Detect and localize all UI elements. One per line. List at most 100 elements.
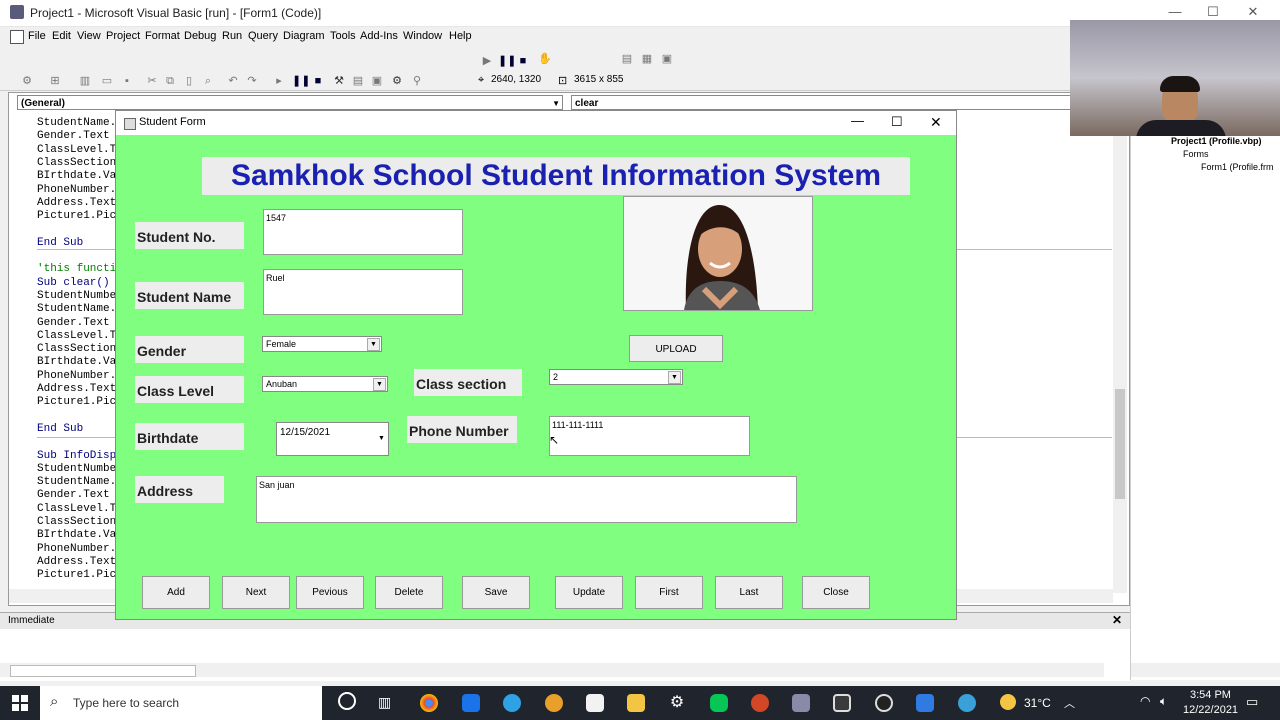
- birthdate-picker[interactable]: 12/15/2021 ▼: [276, 422, 389, 456]
- store-icon[interactable]: [586, 694, 604, 712]
- project-root[interactable]: Project1 (Profile.vbp): [1171, 136, 1262, 146]
- menu-add-ins[interactable]: Add-Ins: [360, 30, 398, 42]
- file-explorer-icon[interactable]: [627, 694, 645, 712]
- menu-run[interactable]: Run: [222, 30, 242, 42]
- hand-icon[interactable]: ✋: [538, 52, 552, 66]
- menu-view[interactable]: View: [77, 30, 101, 42]
- cortana-icon[interactable]: [338, 692, 356, 710]
- student-form-window: Student Form — ☐ ✕ Samkhok School Studen…: [115, 110, 957, 620]
- menu-window[interactable]: Window: [403, 30, 442, 42]
- notification-icon[interactable]: ▭: [1246, 694, 1258, 710]
- form-layout-icon[interactable]: ▣: [660, 52, 674, 66]
- run-icon[interactable]: ▶: [480, 54, 494, 68]
- forms-folder[interactable]: Forms: [1183, 149, 1209, 159]
- menu-tools[interactable]: Tools: [330, 30, 356, 42]
- form-maximize-icon[interactable]: ☐: [891, 114, 903, 130]
- add-project-icon[interactable]: ⚙: [20, 74, 34, 88]
- birthdate-value: 12/15/2021: [280, 427, 331, 438]
- media-player-icon[interactable]: [916, 694, 934, 712]
- redo-icon[interactable]: ↷: [245, 74, 259, 88]
- edge-icon[interactable]: [503, 694, 521, 712]
- pause-icon[interactable]: ❚❚: [498, 54, 516, 68]
- immediate-hscrollbar[interactable]: [0, 663, 1104, 677]
- weather-icon[interactable]: [1000, 694, 1016, 710]
- vb-icon[interactable]: [792, 694, 810, 712]
- menu-editor-icon[interactable]: ▥: [78, 74, 92, 88]
- gender-dropdown[interactable]: Female ▼: [262, 336, 382, 352]
- cut-icon[interactable]: ✂: [145, 74, 159, 88]
- form-close-icon[interactable]: ✕: [930, 114, 942, 131]
- code-line: ClassSection: [37, 156, 117, 169]
- immediate-window[interactable]: Immediate ✕: [0, 612, 1130, 681]
- vertical-scrollbar[interactable]: [1113, 115, 1127, 593]
- form1-item[interactable]: Form1 (Profile.frm: [1201, 162, 1274, 172]
- add-button[interactable]: Add: [142, 576, 210, 609]
- project-explorer-icon[interactable]: ▤: [620, 52, 634, 66]
- student-name-field[interactable]: Ruel: [263, 269, 463, 315]
- obs-icon[interactable]: [875, 694, 893, 712]
- menu-edit[interactable]: Edit: [52, 30, 71, 42]
- class-section-dropdown[interactable]: 2 ▼: [549, 369, 683, 385]
- menu-format[interactable]: Format: [145, 30, 180, 42]
- save-button[interactable]: Save: [462, 576, 530, 609]
- menu-help[interactable]: Help: [449, 30, 472, 42]
- volume-icon[interactable]: 🔈︎: [1160, 694, 1167, 709]
- scroll-thumb[interactable]: [1115, 389, 1125, 499]
- browser-icon[interactable]: [958, 694, 976, 712]
- windows-start-icon[interactable]: [12, 695, 28, 711]
- firefox-icon[interactable]: [545, 694, 563, 712]
- class-section-value: 2: [553, 372, 559, 382]
- update-button[interactable]: Update: [555, 576, 623, 609]
- add-form-icon[interactable]: ⊞: [48, 74, 62, 88]
- powerpoint-icon[interactable]: [751, 694, 769, 712]
- first-button[interactable]: First: [635, 576, 703, 609]
- undo-icon[interactable]: ↶: [226, 74, 240, 88]
- menu-file[interactable]: File: [28, 30, 46, 42]
- task-view-icon[interactable]: ▥: [378, 694, 391, 711]
- next-button[interactable]: Next: [222, 576, 290, 609]
- menu-diagram[interactable]: Diagram: [283, 30, 325, 42]
- pause-small-icon[interactable]: ❚❚: [292, 74, 310, 88]
- project-scrollbar[interactable]: [1131, 663, 1280, 677]
- immediate-scroll-thumb[interactable]: [10, 665, 196, 677]
- properties-small-icon[interactable]: ▤: [351, 74, 365, 88]
- tray-chevron-icon[interactable]: ︿: [1064, 695, 1075, 711]
- project-small-icon[interactable]: ⚒: [332, 74, 346, 88]
- copy-icon[interactable]: ⧉: [163, 74, 177, 88]
- menu-debug[interactable]: Debug: [184, 30, 216, 42]
- chrome-icon[interactable]: [420, 694, 438, 712]
- close-button[interactable]: Close: [802, 576, 870, 609]
- stop-small-icon[interactable]: ■: [311, 74, 325, 88]
- clock-time: 3:54 PM: [1190, 689, 1231, 701]
- stop-icon[interactable]: ■: [516, 54, 530, 68]
- layout-small-icon[interactable]: ▣: [370, 74, 384, 88]
- form-minimize-icon[interactable]: —: [851, 113, 864, 128]
- mail-icon[interactable]: [462, 694, 480, 712]
- object-browser-icon[interactable]: ⚙: [390, 74, 404, 88]
- paste-icon[interactable]: ▯: [182, 74, 196, 88]
- menu-project[interactable]: Project: [106, 30, 140, 42]
- object-combo[interactable]: (General) ▼: [17, 95, 563, 110]
- find-icon[interactable]: ⌕: [201, 74, 215, 88]
- last-button[interactable]: Last: [715, 576, 783, 609]
- address-field[interactable]: San juan: [256, 476, 797, 523]
- taskbar-search[interactable]: ⌕ Type here to search: [40, 686, 322, 720]
- line-icon[interactable]: [710, 694, 728, 712]
- save-icon[interactable]: ▪: [120, 74, 134, 88]
- delete-button[interactable]: Delete: [375, 576, 443, 609]
- properties-icon[interactable]: ▦: [640, 52, 654, 66]
- open-icon[interactable]: ▭: [100, 74, 114, 88]
- procedure-combo[interactable]: clear▼: [571, 95, 1121, 110]
- student-no-field[interactable]: 1547: [263, 209, 463, 255]
- upload-button[interactable]: UPLOAD: [629, 335, 723, 362]
- immediate-close-icon[interactable]: ✕: [1112, 613, 1122, 627]
- previous-button[interactable]: Pevious: [296, 576, 364, 609]
- camera-app-icon[interactable]: [833, 694, 851, 712]
- menu-query[interactable]: Query: [248, 30, 278, 42]
- run-small-icon[interactable]: ▸: [272, 74, 286, 88]
- wifi-icon[interactable]: ◠: [1140, 694, 1150, 708]
- settings-icon[interactable]: ⚙: [668, 694, 686, 712]
- toolbox-icon[interactable]: ⚲: [410, 74, 424, 88]
- phone-number-field[interactable]: 111-111-1111: [549, 416, 750, 456]
- class-level-dropdown[interactable]: Anuban ▼: [262, 376, 388, 392]
